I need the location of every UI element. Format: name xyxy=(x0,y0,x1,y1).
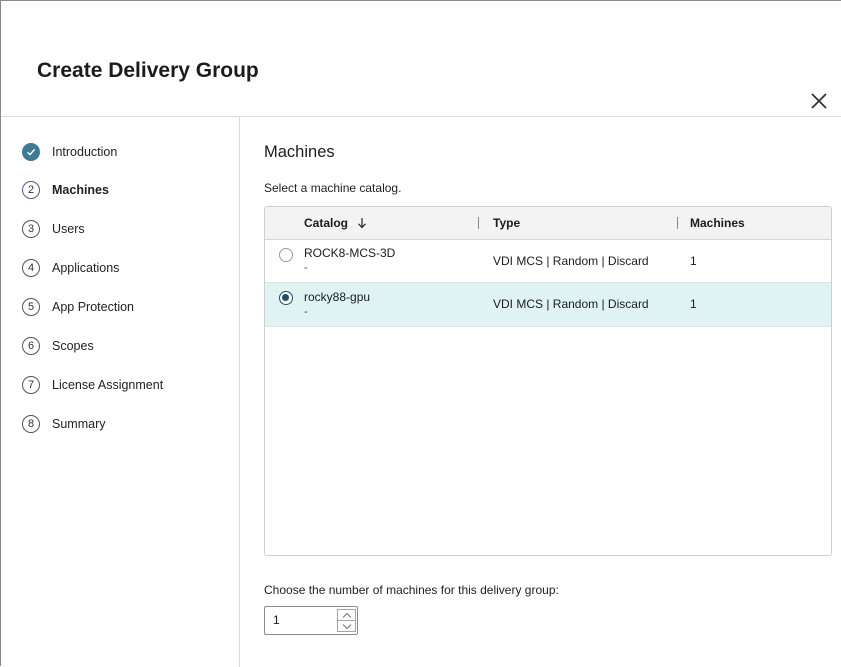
step-number: 4 xyxy=(22,259,40,277)
step-users[interactable]: 3 Users xyxy=(22,218,85,240)
machine-count-input[interactable] xyxy=(273,613,328,627)
step-label: Applications xyxy=(52,261,120,275)
create-delivery-group-dialog: Create Delivery Group Introduction 2 Mac… xyxy=(0,0,841,667)
column-header-machines[interactable]: Machines xyxy=(690,216,745,230)
step-label: Machines xyxy=(52,183,109,197)
step-summary[interactable]: 8 Summary xyxy=(22,413,105,435)
step-number: 3 xyxy=(22,220,40,238)
catalog-machine-count: 1 xyxy=(690,297,697,311)
step-label: Users xyxy=(52,222,85,236)
header-divider xyxy=(1,116,841,117)
step-number: 7 xyxy=(22,376,40,394)
step-license-assignment[interactable]: 7 License Assignment xyxy=(22,374,163,396)
column-divider[interactable] xyxy=(677,217,678,229)
step-number: 6 xyxy=(22,337,40,355)
step-number: 8 xyxy=(22,415,40,433)
step-machines[interactable]: 2 Machines xyxy=(22,179,109,201)
close-icon[interactable] xyxy=(807,89,831,113)
step-label: Scopes xyxy=(52,339,94,353)
step-label: Introduction xyxy=(52,145,118,159)
catalog-name: ROCK8-MCS-3D xyxy=(304,246,396,260)
table-row[interactable]: ROCK8-MCS-3D - VDI MCS | Random | Discar… xyxy=(265,239,831,283)
machine-count-stepper xyxy=(264,606,358,635)
step-number: 5 xyxy=(22,298,40,316)
row-radio-button[interactable] xyxy=(279,248,293,262)
step-scopes[interactable]: 6 Scopes xyxy=(22,335,94,357)
spin-buttons xyxy=(337,609,356,632)
instruction-text: Select a machine catalog. xyxy=(264,181,402,195)
column-divider[interactable] xyxy=(478,217,479,229)
chevron-down-icon[interactable] xyxy=(338,621,355,632)
step-applications[interactable]: 4 Applications xyxy=(22,257,119,279)
column-header-catalog[interactable]: Catalog xyxy=(304,216,367,232)
step-app-protection[interactable]: 5 App Protection xyxy=(22,296,134,318)
catalog-type: VDI MCS | Random | Discard xyxy=(493,297,649,311)
sidebar-divider xyxy=(239,117,240,667)
catalog-description: - xyxy=(304,262,308,274)
step-number: 2 xyxy=(22,181,40,199)
catalog-type: VDI MCS | Random | Discard xyxy=(493,254,649,268)
dialog-title: Create Delivery Group xyxy=(37,59,259,82)
step-introduction[interactable]: Introduction xyxy=(22,141,117,163)
step-label: Summary xyxy=(52,417,106,431)
machine-count-label: Choose the number of machines for this d… xyxy=(264,583,559,597)
step-label: App Protection xyxy=(52,300,134,314)
catalog-table: Catalog Type Machines ROCK8-MCS-3D - VDI… xyxy=(264,206,832,556)
column-header-type[interactable]: Type xyxy=(493,216,520,230)
checkmark-icon xyxy=(22,143,40,161)
catalog-name: rocky88-gpu xyxy=(304,290,371,304)
arrow-down-icon xyxy=(357,217,367,232)
step-label: License Assignment xyxy=(52,378,164,392)
table-header: Catalog Type Machines xyxy=(265,207,831,240)
row-radio-button[interactable] xyxy=(279,291,293,305)
table-row[interactable]: rocky88-gpu - VDI MCS | Random | Discard… xyxy=(265,283,831,327)
section-title: Machines xyxy=(264,143,335,161)
catalog-machine-count: 1 xyxy=(690,254,697,268)
catalog-description: - xyxy=(304,306,308,318)
